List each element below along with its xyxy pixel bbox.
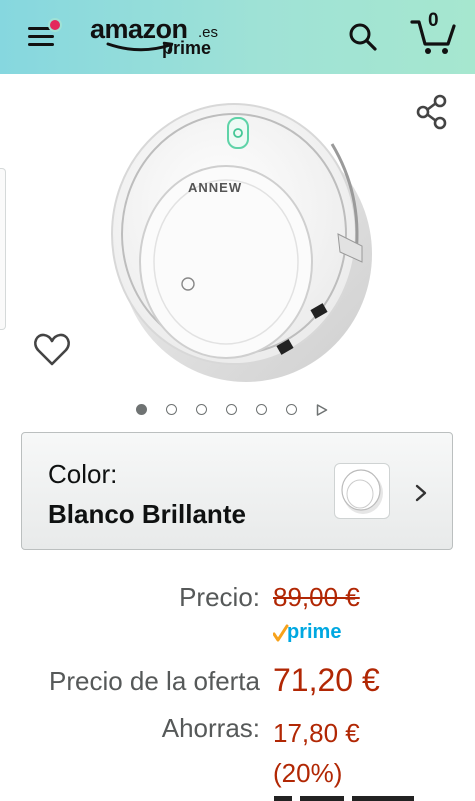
- amazon-prime-logo[interactable]: amazon .es prime: [90, 14, 230, 58]
- next-row-partial: [274, 795, 414, 801]
- search-button[interactable]: [346, 20, 380, 54]
- wishlist-button[interactable]: [33, 332, 71, 368]
- list-price-label: Precio:: [179, 582, 260, 612]
- video-play-icon[interactable]: [316, 404, 328, 416]
- cart-button[interactable]: 0: [410, 10, 456, 56]
- device-brand-label: ANNEW: [188, 180, 242, 195]
- variation-label: Color:: [48, 459, 118, 489]
- cart-count: 0: [428, 10, 439, 31]
- heart-icon: [34, 333, 70, 366]
- notification-dot: [48, 18, 62, 32]
- chevron-right-icon: [415, 484, 427, 502]
- variation-thumbnail: [334, 463, 390, 519]
- logo-prime: prime: [162, 38, 212, 58]
- savings-amount: 17,80 €: [273, 718, 360, 748]
- deal-price: 71,20 €: [273, 662, 380, 698]
- menu-button[interactable]: [24, 16, 64, 52]
- prime-label: prime: [287, 621, 342, 643]
- pager-dot-1[interactable]: [136, 404, 147, 415]
- deal-price-label: Precio de la oferta: [48, 666, 260, 696]
- pager-dot-4[interactable]: [226, 404, 237, 415]
- product-image[interactable]: ANNEW: [100, 84, 380, 384]
- pager-dot-6[interactable]: [286, 404, 297, 415]
- top-nav-bar: amazon .es prime 0: [0, 0, 475, 74]
- share-icon: [416, 94, 447, 130]
- previous-panel-edge[interactable]: [0, 168, 6, 330]
- savings-label: Ahorras:: [161, 713, 260, 743]
- savings-block: 17,80 € (20%): [273, 713, 360, 793]
- pager-dot-5[interactable]: [256, 404, 267, 415]
- variation-value: Blanco Brillante: [48, 499, 246, 529]
- color-variation-selector[interactable]: Color: Blanco Brillante: [21, 432, 453, 550]
- pager-dot-3[interactable]: [196, 404, 207, 415]
- share-button[interactable]: [414, 94, 450, 130]
- pager-dot-2[interactable]: [166, 404, 177, 415]
- savings-percent: (20%): [273, 758, 343, 788]
- search-icon: [349, 23, 377, 51]
- list-price: 89,00 €: [273, 582, 360, 612]
